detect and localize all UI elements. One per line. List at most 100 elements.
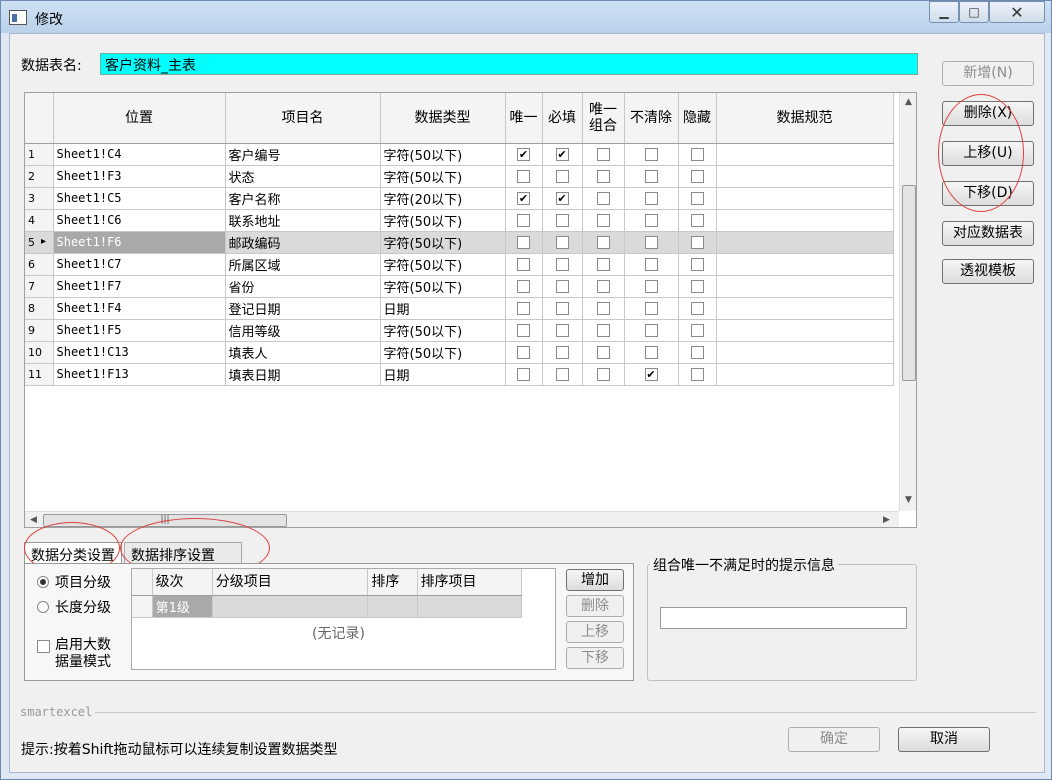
unique-checkbox[interactable] bbox=[517, 345, 530, 359]
item-name-cell[interactable]: 信用等级 bbox=[225, 319, 381, 342]
item-name-cell[interactable]: 邮政编码 bbox=[225, 231, 381, 254]
hidden-checkbox[interactable] bbox=[690, 235, 704, 249]
radio-length-grading[interactable] bbox=[37, 601, 49, 613]
unique-checkbox[interactable] bbox=[517, 323, 530, 337]
hidden-checkbox[interactable] bbox=[690, 323, 704, 337]
data-spec-cell[interactable] bbox=[716, 187, 894, 210]
ucombo-checkbox[interactable] bbox=[596, 367, 610, 381]
table-row[interactable]: 1 Sheet1!C4 客户编号 字符(50以下) bbox=[25, 143, 894, 166]
item-name-cell[interactable]: 登记日期 bbox=[225, 297, 381, 320]
position-cell[interactable]: Sheet1!F4 bbox=[53, 297, 226, 320]
item-name-cell[interactable]: 填表人 bbox=[225, 341, 381, 364]
data-spec-cell[interactable] bbox=[716, 143, 894, 166]
hidden-checkbox[interactable] bbox=[690, 345, 704, 359]
scroll-left-arrow-icon[interactable]: ◀ bbox=[30, 515, 37, 525]
position-cell[interactable]: Sheet1!F6 bbox=[53, 231, 226, 254]
noclear-checkbox[interactable] bbox=[644, 235, 658, 249]
unique-checkbox[interactable] bbox=[517, 213, 530, 227]
data-type-cell[interactable]: 字符(50以下) bbox=[380, 165, 506, 188]
noclear-checkbox[interactable] bbox=[644, 301, 658, 315]
close-button[interactable]: ✕ bbox=[989, 1, 1045, 23]
grading-add-button[interactable]: 增加 bbox=[566, 569, 624, 591]
table-row[interactable]: 3 Sheet1!C5 客户名称 字符(20以下) bbox=[25, 187, 894, 210]
item-name-cell[interactable]: 客户名称 bbox=[225, 187, 381, 210]
required-checkbox[interactable] bbox=[555, 235, 569, 249]
item-name-cell[interactable]: 状态 bbox=[225, 165, 381, 188]
required-checkbox[interactable] bbox=[555, 323, 569, 337]
hidden-checkbox[interactable] bbox=[690, 279, 704, 293]
position-cell[interactable]: Sheet1!C13 bbox=[53, 341, 226, 364]
vertical-scroll-thumb[interactable] bbox=[902, 185, 916, 381]
required-checkbox[interactable] bbox=[555, 169, 569, 183]
table-row[interactable]: 11 Sheet1!F13 填表日期 日期 bbox=[25, 363, 894, 386]
noclear-checkbox[interactable] bbox=[644, 213, 658, 227]
required-checkbox[interactable] bbox=[555, 213, 569, 227]
noclear-checkbox[interactable] bbox=[644, 191, 658, 205]
ucombo-checkbox[interactable] bbox=[596, 235, 610, 249]
cancel-button[interactable]: 取消 bbox=[898, 727, 990, 752]
sort-item-cell[interactable] bbox=[417, 595, 523, 618]
sub-col-level[interactable]: 级次 bbox=[152, 569, 213, 596]
table-name-input[interactable]: 客户资料_主表 bbox=[100, 53, 918, 75]
table-row[interactable]: 7 Sheet1!F7 省份 字符(50以下) bbox=[25, 275, 894, 298]
required-checkbox[interactable] bbox=[555, 191, 569, 205]
col-header-no-clear[interactable]: 不清除 bbox=[624, 93, 679, 144]
bigdata-mode-checkbox[interactable] bbox=[37, 640, 50, 653]
grading-up-button[interactable]: 上移 bbox=[566, 621, 624, 643]
table-row[interactable]: 4 Sheet1!C6 联系地址 字符(50以下) bbox=[25, 209, 894, 232]
grading-down-button[interactable]: 下移 bbox=[566, 647, 624, 669]
ucombo-checkbox[interactable] bbox=[596, 169, 610, 183]
sub-col-sort[interactable]: 排序 bbox=[367, 569, 418, 596]
hidden-checkbox[interactable] bbox=[690, 257, 704, 271]
required-checkbox[interactable] bbox=[555, 301, 569, 315]
position-cell[interactable]: Sheet1!C7 bbox=[53, 253, 226, 276]
data-spec-cell[interactable] bbox=[716, 165, 894, 188]
unique-checkbox[interactable] bbox=[517, 191, 530, 205]
hidden-checkbox[interactable] bbox=[690, 147, 704, 161]
fields-grid[interactable]: 位置 项目名 数据类型 唯一 必填 唯一组合 不清除 隐藏 数据规范 1 Shee… bbox=[24, 92, 917, 528]
table-row[interactable]: 第1级 bbox=[132, 595, 523, 618]
position-cell[interactable]: Sheet1!F7 bbox=[53, 275, 226, 298]
table-row[interactable]: 5 ▸ Sheet1!F6 邮政编码 字符(50以下) bbox=[25, 231, 894, 254]
noclear-checkbox[interactable] bbox=[644, 367, 658, 381]
data-type-cell[interactable]: 字符(20以下) bbox=[380, 187, 506, 210]
radio-item-grading-label[interactable]: 项目分级 bbox=[55, 572, 111, 592]
item-name-cell[interactable]: 联系地址 bbox=[225, 209, 381, 232]
col-header-unique[interactable]: 唯一 bbox=[505, 93, 543, 144]
maximize-button[interactable]: □ bbox=[959, 1, 989, 23]
ucombo-checkbox[interactable] bbox=[596, 191, 610, 205]
position-cell[interactable]: Sheet1!F13 bbox=[53, 363, 226, 386]
position-cell[interactable]: Sheet1!C4 bbox=[53, 143, 226, 166]
position-cell[interactable]: Sheet1!F3 bbox=[53, 165, 226, 188]
radio-item-grading[interactable] bbox=[37, 576, 49, 588]
col-header-required[interactable]: 必填 bbox=[542, 93, 583, 144]
minimize-button[interactable]: ▁ bbox=[929, 1, 959, 23]
ucombo-checkbox[interactable] bbox=[596, 257, 610, 271]
item-name-cell[interactable]: 所属区域 bbox=[225, 253, 381, 276]
data-type-cell[interactable]: 字符(50以下) bbox=[380, 253, 506, 276]
hidden-checkbox[interactable] bbox=[690, 191, 704, 205]
noclear-checkbox[interactable] bbox=[644, 169, 658, 183]
table-row[interactable]: 6 Sheet1!C7 所属区域 字符(50以下) bbox=[25, 253, 894, 276]
grading-item-cell[interactable] bbox=[212, 595, 369, 618]
unique-checkbox[interactable] bbox=[517, 279, 530, 293]
data-spec-cell[interactable] bbox=[716, 275, 894, 298]
grid-vertical-scrollbar[interactable]: ▲ ▼ bbox=[899, 93, 916, 511]
map-table-button[interactable]: 对应数据表 bbox=[942, 221, 1034, 246]
sub-col-sort-item[interactable]: 排序项目 bbox=[417, 569, 523, 596]
add-button[interactable]: 新增(N) bbox=[942, 61, 1034, 86]
item-name-cell[interactable]: 填表日期 bbox=[225, 363, 381, 386]
col-header-unique-combo[interactable]: 唯一组合 bbox=[582, 93, 625, 144]
data-type-cell[interactable]: 字符(50以下) bbox=[380, 275, 506, 298]
scroll-up-arrow-icon[interactable]: ▲ bbox=[905, 97, 912, 107]
data-type-cell[interactable]: 日期 bbox=[380, 297, 506, 320]
radio-length-grading-label[interactable]: 长度分级 bbox=[55, 597, 111, 617]
position-cell[interactable]: Sheet1!F5 bbox=[53, 319, 226, 342]
noclear-checkbox[interactable] bbox=[644, 323, 658, 337]
data-type-cell[interactable]: 字符(50以下) bbox=[380, 341, 506, 364]
sub-col-grading-item[interactable]: 分级项目 bbox=[212, 569, 369, 596]
ucombo-checkbox[interactable] bbox=[596, 147, 610, 161]
data-spec-cell[interactable] bbox=[716, 209, 894, 232]
unique-checkbox[interactable] bbox=[517, 169, 530, 183]
scroll-right-arrow-icon[interactable]: ▶ bbox=[883, 515, 890, 525]
